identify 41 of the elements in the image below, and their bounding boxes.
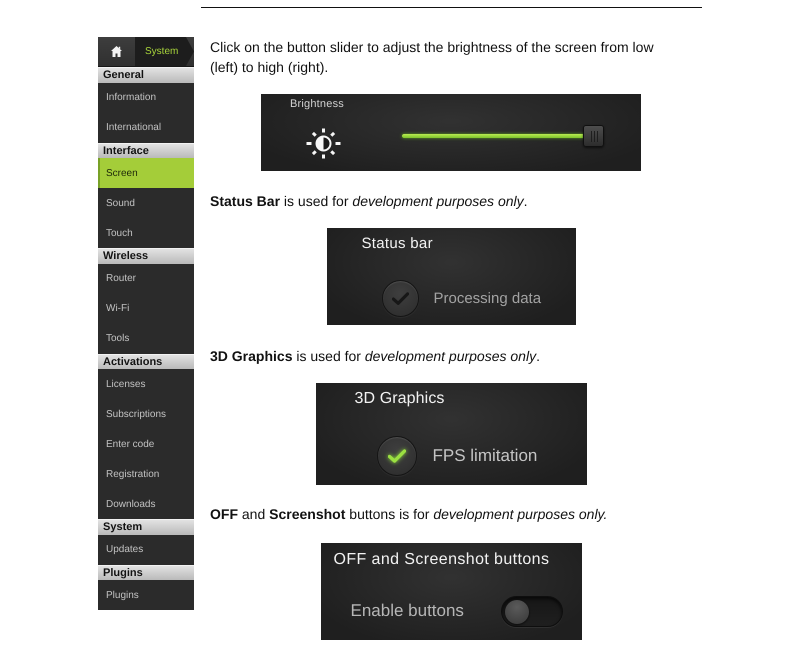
slider-thumb[interactable] (583, 125, 604, 148)
panel-title: Brightness (290, 98, 344, 112)
checkbox[interactable] (382, 280, 418, 317)
instruction-text: 3D Graphics is used for development purposes only. (210, 347, 541, 366)
menu-item[interactable]: Enter code (98, 429, 194, 459)
section-header: System (98, 519, 194, 534)
instruction-text: Click on the button slider to adjust the brightness of the screen from low (left) to high (right). (210, 38, 655, 77)
instruction-text: OFF and Screenshot buttons is for development purposes only. (210, 505, 608, 524)
breadcrumb-tab[interactable]: System (135, 37, 194, 66)
check-icon (392, 292, 408, 306)
panel-title: OFF and Screenshot buttons (334, 550, 550, 570)
section-header: General (98, 67, 194, 82)
menu-item[interactable]: Subscriptions (98, 399, 194, 429)
section-header: Interface (98, 142, 194, 158)
menu-item[interactable]: Downloads (98, 489, 194, 519)
menu-item[interactable]: Screen (98, 158, 194, 188)
toggle-switch[interactable] (500, 596, 562, 628)
section-header: Plugins (98, 564, 194, 580)
menu-item[interactable]: Licenses (98, 369, 194, 399)
menu-item[interactable]: Sound (98, 188, 194, 218)
menu-item[interactable]: Router (98, 264, 194, 294)
menu-item[interactable]: Information (98, 82, 194, 112)
menu-item[interactable]: Plugins (98, 580, 194, 610)
menu-item[interactable]: International (98, 112, 194, 142)
check-icon (388, 449, 406, 464)
home-icon (111, 46, 122, 57)
menu-item[interactable]: Updates (98, 534, 194, 564)
instruction-text: Status Bar is used for development purposes only. (210, 192, 529, 211)
checkbox[interactable] (376, 436, 416, 476)
toggle-label: Enable buttons (350, 601, 464, 622)
section-header: Activations (98, 354, 194, 369)
menu-item[interactable]: Registration (98, 459, 194, 489)
panel-title: Status bar (362, 235, 433, 253)
panel-title: 3D Graphics (354, 389, 445, 408)
checkbox-label: FPS limitation (432, 446, 538, 466)
menu-item[interactable]: Tools (98, 324, 194, 354)
section-header: Wireless (98, 248, 194, 264)
menu-item[interactable]: Wi-Fi (98, 294, 194, 324)
menu-item[interactable]: Touch (98, 218, 194, 248)
sun-icon (305, 127, 342, 160)
checkbox-label: Processing data (434, 290, 542, 308)
